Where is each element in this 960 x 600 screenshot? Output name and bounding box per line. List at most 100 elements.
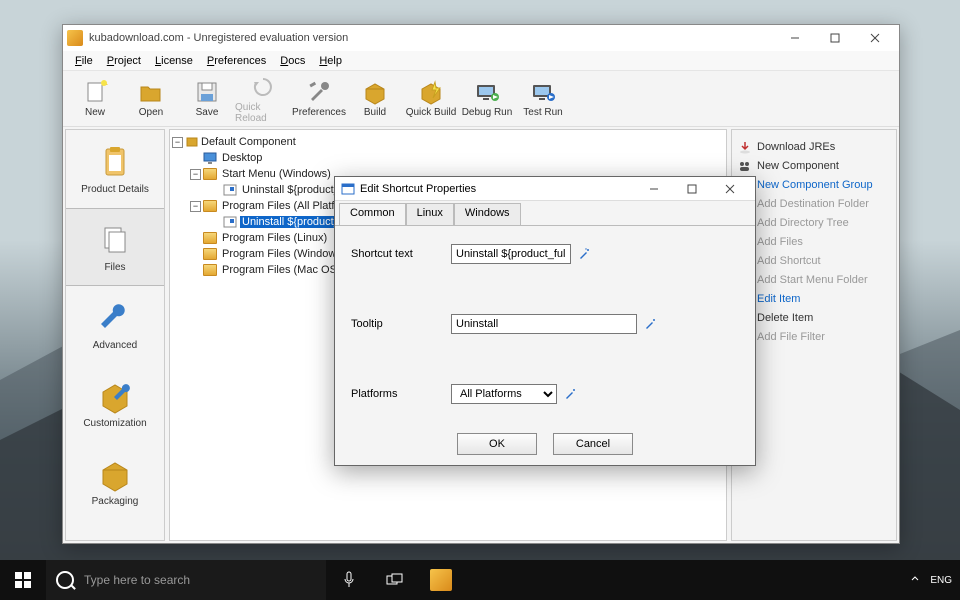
toolbar-quick-reload: Quick Reload: [235, 74, 291, 124]
menu-help[interactable]: Help: [313, 53, 348, 69]
shortcut-text-label: Shortcut text: [351, 248, 451, 260]
tooltip-input[interactable]: [451, 314, 637, 334]
nav-customization[interactable]: Customization: [66, 364, 164, 442]
dialog-icon: [341, 182, 355, 196]
menubar: FileProjectLicensePreferencesDocsHelp: [63, 51, 899, 71]
wand-icon[interactable]: [563, 387, 577, 401]
tab-windows[interactable]: Windows: [454, 203, 521, 225]
drun-icon: [474, 79, 500, 105]
action-add-directory-tree: Add Directory Tree: [738, 214, 890, 232]
action-add-files: Add Files: [738, 233, 890, 251]
toolbar-build[interactable]: Build: [347, 74, 403, 124]
build-icon: [362, 79, 388, 105]
menu-project[interactable]: Project: [101, 53, 147, 69]
dialog-minimize-button[interactable]: [635, 178, 673, 200]
action-new-component-group[interactable]: New Component Group: [738, 176, 890, 194]
action-download-jres[interactable]: Download JREs: [738, 138, 890, 156]
action-add-start-menu-folder: Add Start Menu Folder: [738, 271, 890, 289]
ok-button[interactable]: OK: [457, 433, 537, 455]
folder-icon: [203, 232, 217, 244]
download-icon: [738, 140, 752, 154]
menu-license[interactable]: License: [149, 53, 199, 69]
dialog-titlebar[interactable]: Edit Shortcut Properties: [335, 177, 755, 201]
open-icon: [138, 79, 164, 105]
cancel-button[interactable]: Cancel: [553, 433, 633, 455]
action-add-destination-folder: Add Destination Folder: [738, 195, 890, 213]
folder-icon: [203, 200, 217, 212]
taskbar-search[interactable]: Type here to search: [46, 560, 326, 600]
expand-icon[interactable]: −: [190, 201, 201, 212]
nav-packaging[interactable]: Packaging: [66, 442, 164, 520]
nav-advanced[interactable]: Advanced: [66, 286, 164, 364]
qbuild-icon: [418, 79, 444, 105]
folder-icon: [203, 168, 217, 180]
close-button[interactable]: [855, 26, 895, 50]
component-icon: [738, 159, 752, 173]
tree-root[interactable]: −Default Component: [172, 134, 724, 150]
shortcut-icon: [223, 184, 237, 196]
tab-linux[interactable]: Linux: [406, 203, 454, 225]
task-view-icon[interactable]: [372, 560, 418, 600]
dialog-title: Edit Shortcut Properties: [360, 183, 635, 195]
app-icon: [67, 30, 83, 46]
save-icon: [194, 79, 220, 105]
expand-icon[interactable]: −: [190, 169, 201, 180]
taskbar: Type here to search ENG: [0, 560, 960, 600]
reload-icon: [250, 74, 276, 100]
toolbar-preferences[interactable]: Preferences: [291, 74, 347, 124]
menu-file[interactable]: File: [69, 53, 99, 69]
clipboard-icon: [97, 144, 133, 180]
shortcut-text-input[interactable]: [451, 244, 571, 264]
files-icon: [97, 222, 133, 258]
tree-item[interactable]: Desktop: [172, 150, 724, 166]
menu-preferences[interactable]: Preferences: [201, 53, 272, 69]
tooltip-label: Tooltip: [351, 318, 451, 330]
tray-chevron-icon[interactable]: [910, 574, 920, 587]
toolbar-quick-build[interactable]: Quick Build: [403, 74, 459, 124]
toolbar-test-run[interactable]: Test Run: [515, 74, 571, 124]
dialog-maximize-button[interactable]: [673, 178, 711, 200]
menu-docs[interactable]: Docs: [274, 53, 311, 69]
wand-icon[interactable]: [577, 247, 591, 261]
cortana-mic-icon[interactable]: [326, 560, 372, 600]
platforms-select[interactable]: All Platforms: [451, 384, 557, 404]
taskbar-app-icon[interactable]: [418, 560, 464, 600]
expand-icon[interactable]: −: [172, 137, 183, 148]
search-icon: [56, 571, 74, 589]
action-add-file-filter: Add File Filter: [738, 328, 890, 346]
platforms-label: Platforms: [351, 388, 451, 400]
action-add-shortcut: Add Shortcut: [738, 252, 890, 270]
action-edit-item[interactable]: Edit Item: [738, 290, 890, 308]
nav-product-details[interactable]: Product Details: [66, 130, 164, 208]
folder-icon: [203, 264, 217, 276]
new-icon: [82, 79, 108, 105]
edit-shortcut-dialog: Edit Shortcut Properties CommonLinuxWind…: [334, 176, 756, 466]
language-indicator[interactable]: ENG: [930, 575, 952, 586]
dialog-tabs: CommonLinuxWindows: [335, 203, 755, 225]
wand-icon[interactable]: [643, 317, 657, 331]
desktop-icon: [203, 152, 217, 164]
maximize-button[interactable]: [815, 26, 855, 50]
toolbar: NewOpenSaveQuick ReloadPreferencesBuildQ…: [63, 71, 899, 127]
window-title: kubadownload.com - Unregistered evaluati…: [89, 32, 775, 44]
system-tray[interactable]: ENG: [902, 574, 960, 587]
search-placeholder: Type here to search: [84, 573, 190, 587]
toolbar-new[interactable]: New: [67, 74, 123, 124]
toolbar-debug-run[interactable]: Debug Run: [459, 74, 515, 124]
left-nav: Product DetailsFilesAdvancedCustomizatio…: [65, 129, 165, 541]
start-button[interactable]: [0, 560, 46, 600]
tab-common[interactable]: Common: [339, 203, 406, 225]
wrench-icon: [97, 300, 133, 336]
action-delete-item[interactable]: Delete Item: [738, 309, 890, 327]
nav-files[interactable]: Files: [66, 208, 164, 286]
titlebar[interactable]: kubadownload.com - Unregistered evaluati…: [63, 25, 899, 51]
box-icon: [97, 456, 133, 492]
action-new-component[interactable]: New Component: [738, 157, 890, 175]
minimize-button[interactable]: [775, 26, 815, 50]
shortcut-icon: [223, 216, 237, 228]
trun-icon: [530, 79, 556, 105]
toolbar-save[interactable]: Save: [179, 74, 235, 124]
box-wrench-icon: [97, 378, 133, 414]
dialog-close-button[interactable]: [711, 178, 749, 200]
toolbar-open[interactable]: Open: [123, 74, 179, 124]
